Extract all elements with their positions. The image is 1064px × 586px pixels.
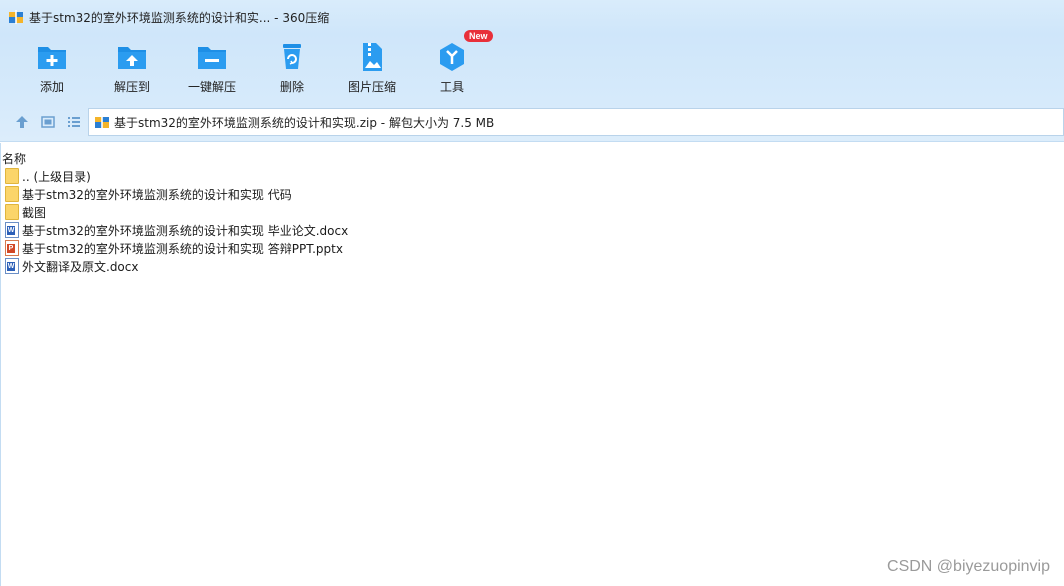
- folder-icon: [5, 168, 19, 184]
- list-item[interactable]: 基于stm32的室外环境监测系统的设计和实现 答辩PPT.pptx: [1, 239, 1064, 257]
- tools-label: 工具: [439, 80, 464, 94]
- image-compress-button[interactable]: 图片压缩: [332, 34, 412, 102]
- delete-label: 删除: [279, 80, 304, 94]
- word-doc-icon: [5, 222, 19, 238]
- add-label: 添加: [39, 80, 64, 94]
- list-item[interactable]: 基于stm32的室外环境监测系统的设计和实现 代码: [1, 185, 1064, 203]
- path-field[interactable]: 基于stm32的室外环境监测系统的设计和实现.zip - 解包大小为 7.5 M…: [88, 108, 1064, 136]
- new-badge: New: [464, 30, 493, 42]
- delete-button[interactable]: 删除: [252, 34, 332, 102]
- zip-file-icon: [94, 114, 110, 130]
- one-click-extract-icon: [195, 40, 229, 74]
- image-compress-label: 图片压缩: [347, 80, 396, 94]
- one-click-extract-label: 一键解压: [187, 80, 236, 94]
- list-item[interactable]: .. (上级目录): [1, 167, 1064, 185]
- column-header-name[interactable]: 名称: [1, 143, 1064, 167]
- list-item[interactable]: 截图: [1, 203, 1064, 221]
- tools-icon: [435, 40, 469, 74]
- list-item[interactable]: 外文翻译及原文.docx: [1, 257, 1064, 275]
- thumbnail-view-button[interactable]: [36, 110, 60, 134]
- file-list: 名称 .. (上级目录) 基于stm32的室外环境监测系统的设计和实现 代码 截…: [0, 143, 1064, 586]
- arrow-up-icon: [16, 115, 28, 128]
- 360-zip-icon: [8, 9, 24, 25]
- file-name: 外文翻译及原文.docx: [22, 259, 139, 274]
- extract-to-label: 解压到: [113, 80, 150, 94]
- extract-to-icon: [115, 40, 149, 74]
- watermark: CSDN @biyezuopinvip: [887, 558, 1050, 575]
- powerpoint-icon: [5, 240, 19, 256]
- delete-icon: [275, 40, 309, 74]
- window-title: 基于stm32的室外环境监测系统的设计和实... - 360压缩: [29, 10, 330, 25]
- image-compress-icon: [355, 40, 389, 74]
- toolbar: 添加 解压到 一键解压 删除 图片压缩 New 工具: [0, 30, 1064, 102]
- file-name: 基于stm32的室外环境监测系统的设计和实现 毕业论文.docx: [22, 223, 349, 238]
- folder-icon: [5, 186, 19, 202]
- archive-path: 基于stm32的室外环境监测系统的设计和实现.zip - 解包大小为 7.5 M…: [114, 115, 495, 130]
- list-view-icon: [68, 116, 80, 127]
- list-item[interactable]: 基于stm32的室外环境监测系统的设计和实现 毕业论文.docx: [1, 221, 1064, 239]
- thumbnail-view-icon: [41, 115, 55, 128]
- up-level-button[interactable]: [10, 110, 34, 134]
- file-name: 截图: [22, 205, 47, 220]
- address-bar: 基于stm32的室外环境监测系统的设计和实现.zip - 解包大小为 7.5 M…: [0, 102, 1064, 142]
- extract-to-button[interactable]: 解压到: [92, 34, 172, 102]
- column-name-label: 名称: [2, 151, 27, 166]
- add-button[interactable]: 添加: [12, 34, 92, 102]
- file-name: 基于stm32的室外环境监测系统的设计和实现 答辩PPT.pptx: [22, 241, 343, 256]
- add-file-icon: [35, 40, 69, 74]
- folder-icon: [5, 204, 19, 220]
- file-name: 基于stm32的室外环境监测系统的设计和实现 代码: [22, 187, 292, 202]
- title-bar: 基于stm32的室外环境监测系统的设计和实... - 360压缩: [0, 0, 1064, 34]
- word-doc-icon: [5, 258, 19, 274]
- one-click-extract-button[interactable]: 一键解压: [172, 34, 252, 102]
- tools-button[interactable]: New 工具: [412, 30, 493, 102]
- list-view-button[interactable]: [62, 110, 86, 134]
- file-name: .. (上级目录): [22, 169, 91, 184]
